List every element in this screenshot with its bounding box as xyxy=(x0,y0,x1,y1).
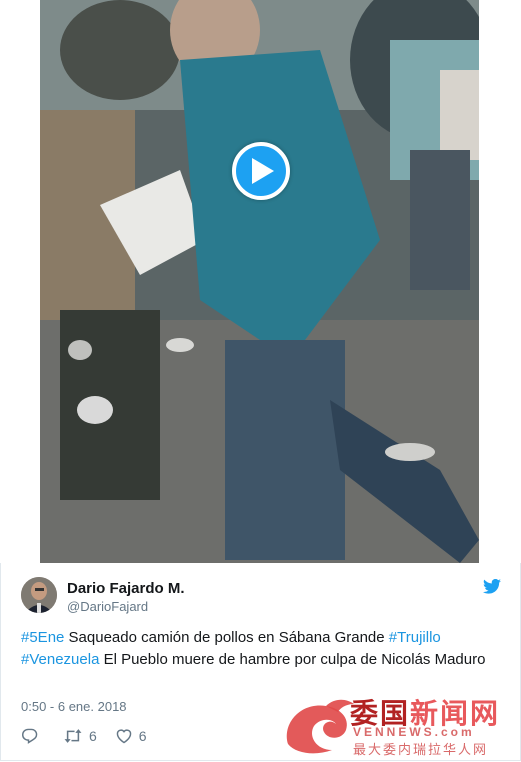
hashtag-link[interactable]: #Trujillo xyxy=(389,629,441,646)
video-still-image xyxy=(40,0,479,563)
retweet-count: 6 xyxy=(89,728,97,744)
watermark-subtitle: 最大委内瑞拉华人网 xyxy=(353,743,489,758)
tweet-text: #5Ene Saqueado camión de pollos en Sában… xyxy=(21,627,491,671)
reply-icon xyxy=(21,728,38,744)
author-handle[interactable]: @DarioFajard xyxy=(67,599,148,614)
dragon-logo-icon xyxy=(286,699,354,754)
watermark: 委国新闻网 VENNEWS.com 最大委内瑞拉华人网 xyxy=(280,692,520,760)
hashtag-link[interactable]: #Venezuela xyxy=(21,651,99,668)
tweet-timestamp[interactable]: 0:50 - 6 ene. 2018 xyxy=(21,699,127,714)
watermark-domain: VENNEWS.com xyxy=(353,725,475,739)
author-name[interactable]: Dario Fajardo M. xyxy=(67,580,185,597)
avatar[interactable] xyxy=(21,577,57,613)
like-count: 6 xyxy=(138,728,147,744)
retweet-icon xyxy=(64,729,82,743)
avatar-image xyxy=(21,577,57,613)
reply-button[interactable] xyxy=(21,728,45,744)
tweet-actions: 6 6 xyxy=(21,725,165,747)
play-button[interactable] xyxy=(232,142,290,200)
tweet-text-segment: Saqueado camión de pollos en Sábana Gran… xyxy=(64,629,389,646)
tweet-header: Dario Fajardo M. @DarioFajard xyxy=(21,577,501,617)
video-frame[interactable] xyxy=(40,0,479,563)
twitter-bird-icon[interactable] xyxy=(483,578,501,599)
video-player[interactable] xyxy=(0,0,521,563)
like-button[interactable]: 6 xyxy=(115,728,147,744)
retweet-button[interactable]: 6 xyxy=(63,728,97,744)
hashtag-link[interactable]: #5Ene xyxy=(21,629,64,646)
tweet-text-segment: El Pueblo muere de hambre por culpa de N… xyxy=(99,651,486,668)
play-icon xyxy=(252,158,274,184)
like-icon xyxy=(116,729,132,744)
